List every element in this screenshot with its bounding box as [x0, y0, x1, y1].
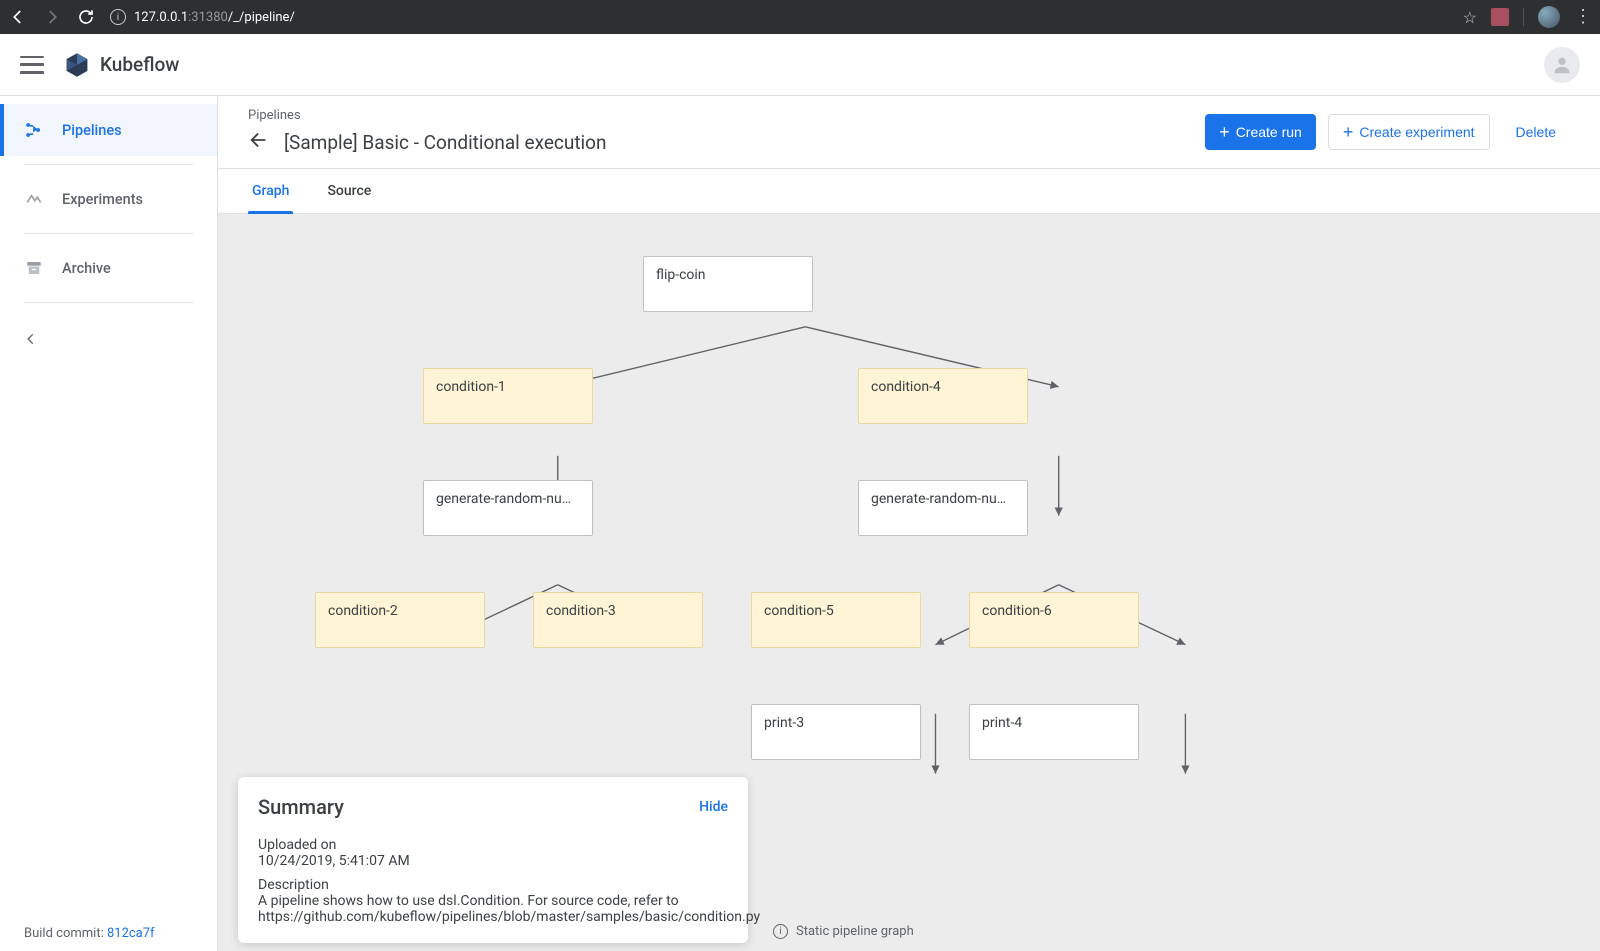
- plus-icon: +: [1343, 122, 1354, 143]
- page-title: [Sample] Basic - Conditional execution: [284, 131, 607, 154]
- profile-avatar-icon[interactable]: [1538, 6, 1560, 28]
- build-commit: Build commit: 812ca7f: [24, 926, 155, 941]
- commit-hash-link[interactable]: 812ca7f: [107, 926, 155, 941]
- url-text: 127.0.0.1:31380/_/pipeline/: [134, 10, 295, 25]
- product-name: Kubeflow: [100, 53, 179, 76]
- node-flip-coin[interactable]: flip-coin: [643, 256, 813, 312]
- divider: [24, 233, 193, 234]
- tab-bar: Graph Source: [218, 169, 1600, 214]
- node-generate-1[interactable]: generate-random-nu…: [423, 480, 593, 536]
- description-value: A pipeline shows how to use dsl.Conditio…: [258, 893, 728, 925]
- page-header: Pipelines [Sample] Basic - Conditional e…: [218, 96, 1600, 169]
- summary-panel: Summary Hide Uploaded on 10/24/2019, 5:4…: [238, 777, 748, 943]
- sidebar-item-label: Pipelines: [62, 122, 122, 139]
- collapse-sidebar-icon[interactable]: [24, 331, 193, 350]
- node-generate-2[interactable]: generate-random-nu…: [858, 480, 1028, 536]
- divider: [1523, 8, 1524, 26]
- info-icon: i: [110, 9, 126, 25]
- extension-icon[interactable]: [1491, 8, 1509, 26]
- node-condition-3[interactable]: condition-3: [533, 592, 703, 648]
- sidebar-item-archive[interactable]: Archive: [0, 242, 217, 294]
- main-content: Pipelines [Sample] Basic - Conditional e…: [218, 96, 1600, 951]
- tab-graph[interactable]: Graph: [248, 169, 293, 213]
- summary-title: Summary: [258, 795, 344, 819]
- pipelines-icon: [24, 120, 44, 140]
- back-icon[interactable]: [8, 7, 28, 27]
- node-print-3[interactable]: print-3: [751, 704, 921, 760]
- hamburger-icon[interactable]: [20, 56, 44, 74]
- uploaded-label: Uploaded on: [258, 837, 728, 853]
- node-condition-4[interactable]: condition-4: [858, 368, 1028, 424]
- node-print-4[interactable]: print-4: [969, 704, 1139, 760]
- sidebar-item-experiments[interactable]: Experiments: [0, 173, 217, 225]
- hide-button[interactable]: Hide: [699, 799, 728, 815]
- node-condition-5[interactable]: condition-5: [751, 592, 921, 648]
- plus-icon: +: [1219, 122, 1230, 143]
- sidebar-item-label: Archive: [62, 260, 111, 277]
- divider: [24, 302, 193, 303]
- forward-icon[interactable]: [42, 7, 62, 27]
- user-avatar[interactable]: [1544, 47, 1580, 83]
- product-logo[interactable]: Kubeflow: [64, 52, 179, 78]
- create-run-button[interactable]: +Create run: [1205, 114, 1316, 150]
- sidebar-item-label: Experiments: [62, 191, 143, 208]
- menu-dots-icon[interactable]: ⋮: [1574, 8, 1592, 26]
- description-label: Description: [258, 877, 728, 893]
- reload-icon[interactable]: [76, 7, 96, 27]
- kubeflow-logo-icon: [64, 52, 90, 78]
- breadcrumb[interactable]: Pipelines: [248, 108, 1205, 123]
- sidebar: Pipelines Experiments Archive Build comm…: [0, 96, 218, 951]
- graph-footer-note: i Static pipeline graph: [773, 924, 914, 939]
- bookmark-icon[interactable]: ☆: [1463, 8, 1477, 27]
- app-header: Kubeflow: [0, 34, 1600, 96]
- node-condition-1[interactable]: condition-1: [423, 368, 593, 424]
- info-icon: i: [773, 924, 788, 939]
- experiments-icon: [24, 189, 44, 209]
- uploaded-value: 10/24/2019, 5:41:07 AM: [258, 853, 728, 869]
- tab-source[interactable]: Source: [323, 169, 375, 213]
- node-condition-6[interactable]: condition-6: [969, 592, 1139, 648]
- sidebar-item-pipelines[interactable]: Pipelines: [0, 104, 217, 156]
- node-condition-2[interactable]: condition-2: [315, 592, 485, 648]
- archive-icon: [24, 258, 44, 278]
- divider: [24, 164, 193, 165]
- back-arrow-icon[interactable]: [248, 129, 270, 156]
- browser-chrome: i 127.0.0.1:31380/_/pipeline/ ☆ ⋮: [0, 0, 1600, 34]
- address-bar[interactable]: i 127.0.0.1:31380/_/pipeline/: [110, 9, 1449, 25]
- create-experiment-button[interactable]: +Create experiment: [1328, 114, 1490, 150]
- delete-button[interactable]: Delete: [1502, 114, 1570, 150]
- graph-canvas[interactable]: flip-coin condition-1 condition-4 genera…: [218, 214, 1600, 951]
